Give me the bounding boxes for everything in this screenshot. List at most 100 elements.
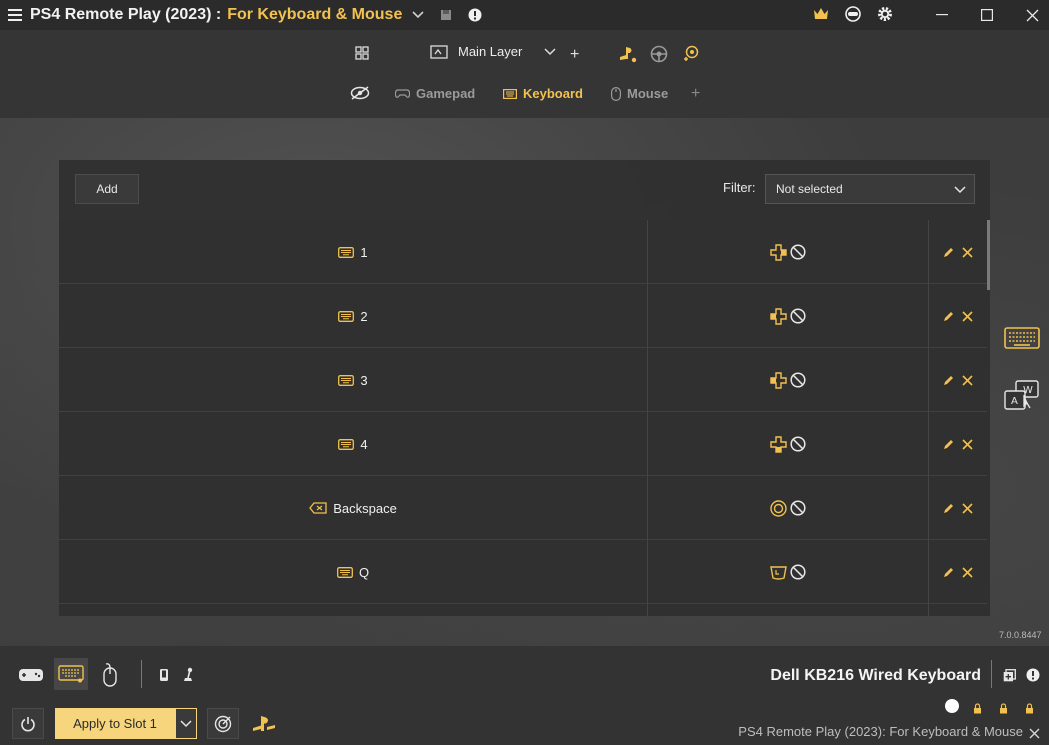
no-modifier-icon — [790, 308, 806, 324]
phone-device-icon[interactable] — [159, 668, 169, 687]
keyboard-device-button[interactable] — [54, 658, 88, 690]
delete-icon[interactable] — [962, 310, 973, 322]
no-modifier-icon — [790, 372, 806, 388]
target-button[interactable] — [207, 708, 239, 739]
app-title: PS4 Remote Play (2023) : — [30, 6, 222, 23]
playstation-icon[interactable] — [252, 715, 276, 738]
profile-name[interactable]: For Keyboard & Mouse — [227, 6, 402, 24]
edit-icon[interactable] — [943, 503, 954, 514]
tab-mouse[interactable]: Mouse — [611, 86, 668, 101]
table-row[interactable]: Backspace — [59, 476, 987, 540]
mapping-cell[interactable] — [648, 476, 929, 540]
table-row[interactable]: 4 — [59, 412, 987, 476]
table-row[interactable]: Q — [59, 540, 987, 604]
layer-selector[interactable]: Main Layer — [430, 44, 556, 59]
info-icon[interactable] — [1026, 668, 1040, 687]
mapping-cell[interactable] — [648, 540, 929, 604]
dpad-left-icon — [770, 307, 787, 325]
add-tab-icon[interactable]: + — [691, 85, 700, 103]
scrollbar[interactable] — [987, 220, 990, 290]
crown-icon[interactable] — [813, 7, 829, 21]
actions-cell — [929, 348, 987, 412]
chevron-down-icon — [954, 186, 966, 194]
action-bar: Apply to Slot 1 PS4 Remote Play (2023): … — [0, 699, 1049, 745]
playstation-icon[interactable] — [618, 45, 638, 63]
key-name: Q — [358, 564, 370, 580]
menu-icon[interactable] — [8, 9, 22, 21]
edit-icon[interactable] — [943, 311, 954, 322]
add-button[interactable]: Add — [75, 174, 139, 204]
mouse-icon — [611, 86, 621, 101]
mapping-cell[interactable] — [648, 284, 929, 348]
gamepad-device-icon[interactable] — [18, 668, 44, 687]
maximize-button[interactable] — [964, 0, 1010, 30]
mapping-panel: Add Filter: Not selected 1 2 3 4 Backspa… — [59, 160, 990, 616]
mapping-cell[interactable] — [648, 412, 929, 476]
key-name: 2 — [360, 308, 368, 324]
apply-to-slot-button[interactable]: Apply to Slot 1 — [55, 708, 175, 739]
close-button[interactable] — [1009, 0, 1049, 30]
lock-icon[interactable] — [1025, 701, 1034, 719]
save-icon[interactable] — [440, 9, 452, 21]
chevron-down-icon[interactable] — [412, 11, 424, 19]
minimize-button[interactable] — [919, 0, 965, 30]
hidden-eye-icon[interactable] — [350, 86, 370, 100]
edit-icon[interactable] — [943, 375, 954, 386]
filter-value: Not selected — [776, 182, 843, 196]
lock-icon[interactable] — [973, 701, 982, 719]
status-dot — [945, 699, 959, 713]
device-name: Dell KB216 Wired Keyboard — [770, 667, 981, 684]
tab-gamepad[interactable]: Gamepad — [395, 86, 475, 101]
keyboard-icon — [338, 246, 355, 258]
lock-icon[interactable] — [999, 701, 1008, 719]
mouse-device-icon[interactable] — [101, 662, 119, 693]
keyboard-icon — [503, 88, 517, 99]
add-layer-icon[interactable]: + — [570, 46, 579, 64]
slot-dropdown[interactable] — [175, 708, 197, 739]
remote-icon[interactable] — [845, 6, 861, 22]
svg-text:A: A — [1011, 396, 1018, 407]
delete-icon[interactable] — [962, 566, 973, 578]
divider — [991, 660, 992, 688]
edit-icon[interactable] — [943, 247, 954, 258]
power-button[interactable] — [12, 708, 44, 739]
mapping-cell — [648, 604, 929, 616]
mapping-cell[interactable] — [648, 348, 929, 412]
key-cell: 1 — [59, 220, 648, 284]
dpad-right-icon — [770, 243, 787, 261]
actions-cell — [929, 540, 987, 604]
close-icon[interactable] — [1029, 726, 1040, 744]
title-bar: PS4 Remote Play (2023) : For Keyboard & … — [0, 0, 1049, 30]
table-row[interactable]: 2 — [59, 284, 987, 348]
filter-select[interactable]: Not selected — [765, 174, 975, 204]
grid-view-icon[interactable] — [355, 46, 369, 60]
steering-wheel-icon[interactable] — [650, 45, 668, 63]
no-modifier-icon — [790, 564, 806, 580]
delete-icon[interactable] — [962, 502, 973, 514]
controller-add-icon[interactable] — [682, 45, 700, 63]
key-remap-icon[interactable]: WA — [1004, 380, 1040, 417]
table-row[interactable]: 3 — [59, 348, 987, 412]
table-row[interactable]: 1 — [59, 220, 987, 284]
target-icon — [214, 715, 232, 732]
edit-icon[interactable] — [943, 567, 954, 578]
table-row[interactable] — [59, 604, 987, 616]
gamepad-icon — [395, 88, 410, 98]
keyboard-icon — [338, 374, 355, 386]
virtual-keyboard-icon[interactable] — [1004, 327, 1040, 354]
gear-icon[interactable] — [877, 6, 893, 22]
mapping-cell[interactable] — [648, 220, 929, 284]
tab-keyboard[interactable]: Keyboard — [503, 86, 583, 101]
delete-icon[interactable] — [962, 374, 973, 386]
info-icon[interactable] — [468, 8, 482, 22]
key-cell: 3 — [59, 348, 648, 412]
delete-icon[interactable] — [962, 438, 973, 450]
key-name: 4 — [360, 436, 368, 452]
keyboard-icon — [58, 665, 84, 683]
add-device-icon[interactable] — [1003, 669, 1016, 687]
delete-icon[interactable] — [962, 246, 973, 258]
status-profile-text: PS4 Remote Play (2023): For Keyboard & M… — [738, 724, 1023, 739]
joystick-device-icon[interactable] — [181, 667, 195, 688]
chevron-down-icon — [180, 719, 192, 727]
edit-icon[interactable] — [943, 439, 954, 450]
